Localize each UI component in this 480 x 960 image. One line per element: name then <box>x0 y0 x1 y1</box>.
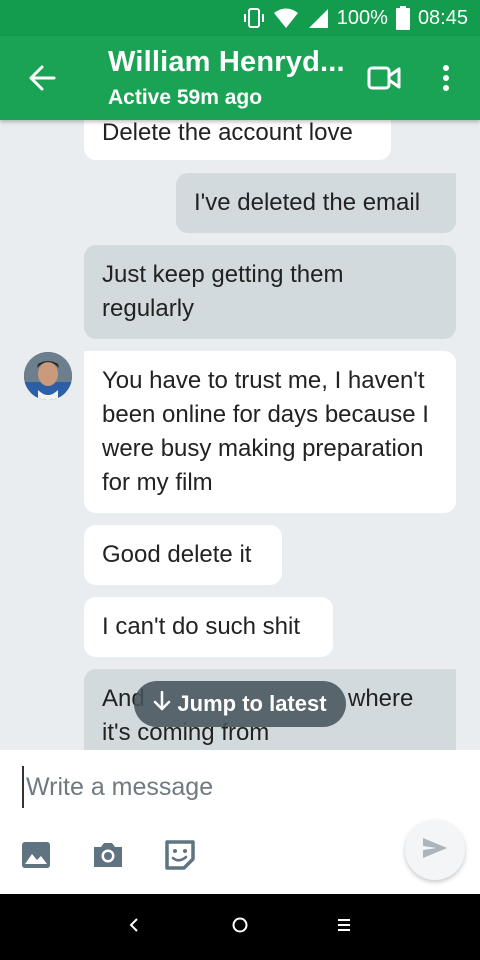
message-text: I can't do such shit <box>102 613 301 640</box>
message-bubble[interactable]: Delete the account love <box>84 120 391 160</box>
status-bar: 100% 08:45 <box>0 0 480 36</box>
send-icon <box>422 837 448 864</box>
message-bubble[interactable]: I've deleted the email <box>176 173 456 233</box>
sticker-icon <box>164 839 196 876</box>
jump-to-latest-button[interactable]: Jump to latest <box>134 681 346 727</box>
send-button[interactable] <box>405 820 465 880</box>
message-text: Good delete it <box>102 541 252 568</box>
video-call-button[interactable] <box>364 62 404 98</box>
system-navigation-bar <box>0 894 480 960</box>
message-input[interactable] <box>22 766 442 808</box>
message-text: Just keep getting them regularly <box>102 261 344 322</box>
wifi-icon <box>273 7 299 29</box>
battery-icon <box>395 6 410 30</box>
nav-back-button[interactable] <box>118 911 150 943</box>
contact-avatar[interactable] <box>24 352 72 400</box>
jump-to-latest-label: Jump to latest <box>177 691 327 716</box>
message-bubble[interactable]: Good delete it <box>84 525 282 585</box>
nav-home-button[interactable] <box>224 911 256 943</box>
gallery-button[interactable] <box>19 840 53 874</box>
more-vertical-icon <box>442 64 450 97</box>
more-options-button[interactable] <box>430 60 462 100</box>
signal-icon <box>307 7 329 29</box>
nav-recents-button[interactable] <box>328 911 360 943</box>
clock: 08:45 <box>417 6 468 29</box>
message-text: where <box>348 685 414 712</box>
vibrate-icon <box>243 7 265 29</box>
message-composer <box>0 750 480 894</box>
message-bubble[interactable]: You have to trust me, I haven't been onl… <box>84 351 456 513</box>
home-circle-icon <box>231 916 249 939</box>
gallery-icon <box>21 841 51 874</box>
message-text: You have to trust me, I haven't been onl… <box>102 367 429 496</box>
back-button[interactable] <box>20 58 64 102</box>
video-call-icon <box>367 65 401 96</box>
conversation-header: William Henryd... Active 59m ago <box>0 36 480 120</box>
sticker-button[interactable] <box>163 839 197 876</box>
message-bubble[interactable]: Just keep getting them regularly <box>84 245 456 339</box>
message-text: Delete the account love <box>102 120 353 146</box>
battery-percent: 100% <box>336 6 388 29</box>
message-bubble[interactable]: I can't do such shit <box>84 597 333 657</box>
menu-lines-icon <box>336 917 352 938</box>
arrow-down-icon <box>153 690 171 717</box>
contact-status: Active 59m ago <box>108 86 263 109</box>
message-text: I've deleted the email <box>194 189 421 216</box>
message-thread[interactable]: Delete the account love I've deleted the… <box>0 120 480 750</box>
back-arrow-icon <box>28 64 56 97</box>
contact-name[interactable]: William Henryd... <box>108 46 345 79</box>
back-chevron-icon <box>127 916 141 939</box>
camera-icon <box>91 841 125 874</box>
camera-button[interactable] <box>91 840 125 874</box>
